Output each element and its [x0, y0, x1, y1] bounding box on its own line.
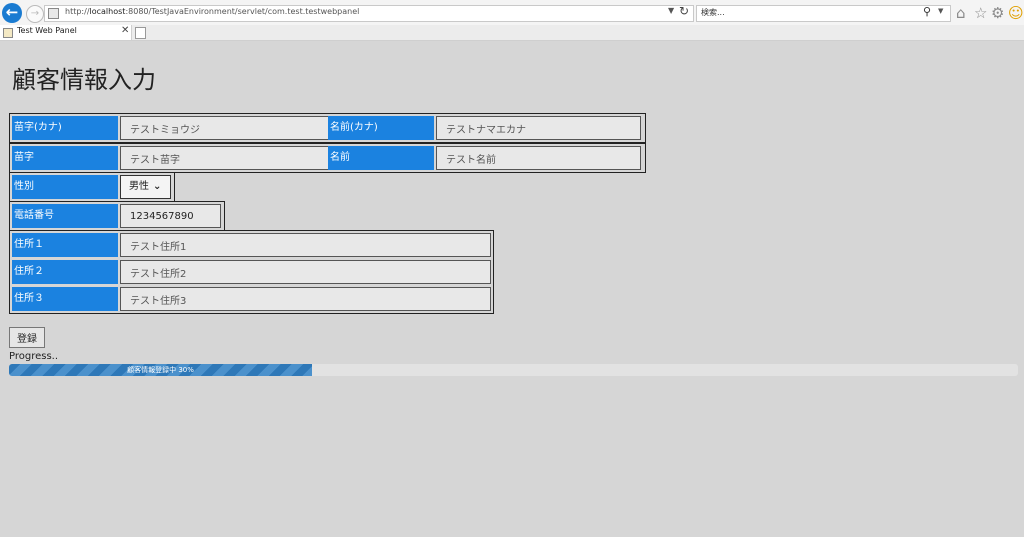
gender-select[interactable]: 男性 ⌄ — [120, 175, 171, 199]
gender-row: 性別 男性 ⌄ — [9, 172, 175, 202]
url-rest: :8080/TestJavaEnvironment/servlet/com.te… — [125, 7, 360, 16]
gender-select-value: 男性 — [129, 181, 149, 192]
last-name-label: 苗字 — [12, 146, 118, 170]
search-input[interactable]: 検索... — [701, 7, 725, 18]
phone-row: 電話番号 — [9, 201, 225, 231]
address-block: 住所１ 住所２ 住所３ — [9, 230, 494, 314]
tab-favicon-icon — [3, 28, 13, 38]
first-name-input[interactable] — [436, 146, 641, 170]
progress-fill: 顧客情報登録中 30% — [9, 364, 312, 376]
progress-label: Progress.. — [9, 351, 59, 362]
last-name-kana-label: 苗字(カナ) — [12, 116, 118, 140]
name-row: 苗字 名前 — [9, 143, 646, 173]
address3-input[interactable] — [120, 287, 491, 311]
search-dropdown-icon[interactable]: ▼ — [938, 7, 943, 15]
refresh-icon[interactable]: ↻ — [679, 4, 689, 18]
back-arrow-icon[interactable]: ← — [2, 3, 22, 23]
last-name-kana-input[interactable] — [120, 116, 335, 140]
search-box[interactable]: 検索... ⚲ ▼ — [696, 5, 951, 22]
browser-chrome: ← → http://localhost:8080/TestJavaEnviro… — [0, 0, 1024, 41]
new-tab-icon[interactable] — [135, 27, 146, 39]
address3-label: 住所３ — [12, 287, 118, 311]
first-name-kana-label: 名前(カナ) — [328, 116, 434, 140]
address2-label: 住所２ — [12, 260, 118, 284]
address-row: ← → http://localhost:8080/TestJavaEnviro… — [0, 0, 1024, 25]
close-icon[interactable]: ✕ — [121, 25, 129, 36]
url-text: http://localhost:8080/TestJavaEnvironmen… — [65, 7, 359, 16]
forward-arrow-icon[interactable]: → — [26, 5, 44, 23]
address-bar[interactable]: http://localhost:8080/TestJavaEnvironmen… — [44, 4, 694, 22]
address2-input[interactable] — [120, 260, 491, 284]
register-button[interactable]: 登録 — [9, 327, 45, 348]
phone-label: 電話番号 — [12, 204, 118, 228]
home-icon[interactable]: ⌂ — [956, 4, 966, 22]
smiley-icon[interactable]: ☺ — [1008, 4, 1024, 22]
tab-strip: Test Web Panel ✕ — [0, 25, 1024, 41]
page-title: 顧客情報入力 — [12, 66, 156, 94]
kana-name-row: 苗字(カナ) 名前(カナ) — [9, 113, 646, 143]
url-host: localhost — [89, 7, 126, 16]
page-icon — [48, 8, 59, 19]
url-prefix: http:// — [65, 7, 90, 16]
first-name-kana-input[interactable] — [436, 116, 641, 140]
search-icon[interactable]: ⚲ — [923, 5, 931, 18]
address-dropdown-icon[interactable]: ▼ — [668, 6, 674, 15]
address1-label: 住所１ — [12, 233, 118, 257]
chevron-down-icon: ⌄ — [153, 181, 162, 192]
phone-input[interactable] — [120, 204, 221, 228]
last-name-input[interactable] — [120, 146, 335, 170]
first-name-label: 名前 — [328, 146, 434, 170]
browser-tab[interactable]: Test Web Panel ✕ — [0, 25, 132, 40]
address1-input[interactable] — [120, 233, 491, 257]
star-icon[interactable]: ☆ — [974, 4, 987, 22]
progress-bar: 顧客情報登録中 30% — [9, 364, 1018, 376]
progress-text: 顧客情報登録中 30% — [127, 366, 194, 374]
gear-icon[interactable]: ⚙ — [991, 4, 1004, 22]
tab-title: Test Web Panel — [17, 26, 77, 35]
gender-label: 性別 — [12, 175, 118, 199]
